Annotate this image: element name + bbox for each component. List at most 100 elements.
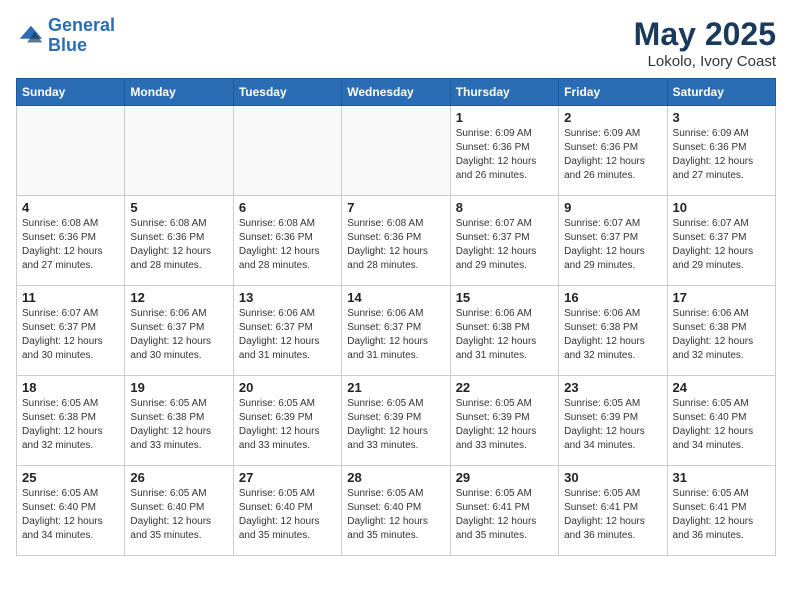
calendar-cell: 20 Sunrise: 6:05 AM Sunset: 6:39 PM Dayli… xyxy=(233,376,341,466)
calendar-cell: 4Sunrise: 6:08 AM Sunset: 6:36 PM Daylig… xyxy=(17,196,125,286)
calendar-cell: 10Sunrise: 6:07 AM Sunset: 6:37 PM Dayli… xyxy=(667,196,775,286)
day-number: 22 xyxy=(456,380,553,395)
calendar-cell: 26 Sunrise: 6:05 AM Sunset: 6:40 PM Dayli… xyxy=(125,466,233,556)
day-number: 16 xyxy=(564,290,661,305)
title-block: May 2025 Lokolo, Ivory Coast xyxy=(634,16,776,70)
calendar-table: SundayMondayTuesdayWednesdayThursdayFrid… xyxy=(16,78,776,556)
calendar-cell: 16Sunrise: 6:06 AM Sunset: 6:38 PM Dayli… xyxy=(559,286,667,376)
day-info: Sunrise: 6:05 AM Sunset: 6:39 PM Dayligh… xyxy=(456,397,553,453)
calendar-cell: 27 Sunrise: 6:05 AM Sunset: 6:40 PM Dayli… xyxy=(233,466,341,556)
day-number: 12 xyxy=(130,290,227,305)
day-info: Sunrise: 6:09 AM Sunset: 6:36 PM Dayligh… xyxy=(456,127,553,183)
calendar-cell: 21 Sunrise: 6:05 AM Sunset: 6:39 PM Dayli… xyxy=(342,376,450,466)
day-info: Sunrise: 6:05 AM Sunset: 6:38 PM Dayligh… xyxy=(22,397,119,453)
calendar-cell: 29 Sunrise: 6:05 AM Sunset: 6:41 PM Dayli… xyxy=(450,466,558,556)
calendar-cell: 5Sunrise: 6:08 AM Sunset: 6:36 PM Daylig… xyxy=(125,196,233,286)
calendar-cell: 14Sunrise: 6:06 AM Sunset: 6:37 PM Dayli… xyxy=(342,286,450,376)
day-number: 9 xyxy=(564,200,661,215)
day-number: 17 xyxy=(673,290,770,305)
calendar-cell: 22 Sunrise: 6:05 AM Sunset: 6:39 PM Dayli… xyxy=(450,376,558,466)
day-info: Sunrise: 6:05 AM Sunset: 6:39 PM Dayligh… xyxy=(347,397,444,453)
day-number: 1 xyxy=(456,110,553,125)
day-info: Sunrise: 6:05 AM Sunset: 6:40 PM Dayligh… xyxy=(130,487,227,543)
calendar-cell: 28Sunrise: 6:05 AM Sunset: 6:40 PM Dayli… xyxy=(342,466,450,556)
weekday-header-wednesday: Wednesday xyxy=(342,79,450,106)
day-info: Sunrise: 6:06 AM Sunset: 6:37 PM Dayligh… xyxy=(130,307,227,363)
day-number: 26 xyxy=(130,470,227,485)
calendar-cell: 31 Sunrise: 6:05 AM Sunset: 6:41 PM Dayli… xyxy=(667,466,775,556)
day-number: 13 xyxy=(239,290,336,305)
day-info: Sunrise: 6:05 AM Sunset: 6:40 PM Dayligh… xyxy=(239,487,336,543)
location: Lokolo, Ivory Coast xyxy=(634,53,776,70)
weekday-header-tuesday: Tuesday xyxy=(233,79,341,106)
day-info: Sunrise: 6:05 AM Sunset: 6:40 PM Dayligh… xyxy=(673,397,770,453)
day-info: Sunrise: 6:05 AM Sunset: 6:41 PM Dayligh… xyxy=(456,487,553,543)
day-info: Sunrise: 6:08 AM Sunset: 6:36 PM Dayligh… xyxy=(22,217,119,273)
day-info: Sunrise: 6:07 AM Sunset: 6:37 PM Dayligh… xyxy=(564,217,661,273)
day-number: 6 xyxy=(239,200,336,215)
day-info: Sunrise: 6:05 AM Sunset: 6:41 PM Dayligh… xyxy=(564,487,661,543)
calendar-cell: 12 Sunrise: 6:06 AM Sunset: 6:37 PM Dayli… xyxy=(125,286,233,376)
calendar-cell: 8 Sunrise: 6:07 AM Sunset: 6:37 PM Daylig… xyxy=(450,196,558,286)
calendar-cell: 1 Sunrise: 6:09 AM Sunset: 6:36 PM Daylig… xyxy=(450,106,558,196)
day-info: Sunrise: 6:06 AM Sunset: 6:38 PM Dayligh… xyxy=(456,307,553,363)
weekday-header-saturday: Saturday xyxy=(667,79,775,106)
weekday-header-monday: Monday xyxy=(125,79,233,106)
day-number: 25 xyxy=(22,470,119,485)
day-info: Sunrise: 6:07 AM Sunset: 6:37 PM Dayligh… xyxy=(673,217,770,273)
day-info: Sunrise: 6:08 AM Sunset: 6:36 PM Dayligh… xyxy=(239,217,336,273)
calendar-week-3: 11Sunrise: 6:07 AM Sunset: 6:37 PM Dayli… xyxy=(17,286,776,376)
calendar-week-4: 18 Sunrise: 6:05 AM Sunset: 6:38 PM Dayli… xyxy=(17,376,776,466)
logo-icon xyxy=(16,22,44,50)
day-number: 18 xyxy=(22,380,119,395)
day-info: Sunrise: 6:07 AM Sunset: 6:37 PM Dayligh… xyxy=(22,307,119,363)
day-info: Sunrise: 6:06 AM Sunset: 6:37 PM Dayligh… xyxy=(347,307,444,363)
day-number: 30 xyxy=(564,470,661,485)
calendar-cell: 25 Sunrise: 6:05 AM Sunset: 6:40 PM Dayli… xyxy=(17,466,125,556)
day-number: 3 xyxy=(673,110,770,125)
calendar-cell: 30 Sunrise: 6:05 AM Sunset: 6:41 PM Dayli… xyxy=(559,466,667,556)
calendar-cell xyxy=(125,106,233,196)
calendar-cell xyxy=(17,106,125,196)
weekday-header-friday: Friday xyxy=(559,79,667,106)
calendar-cell: 7 Sunrise: 6:08 AM Sunset: 6:36 PM Daylig… xyxy=(342,196,450,286)
day-number: 23 xyxy=(564,380,661,395)
calendar-cell xyxy=(233,106,341,196)
calendar-cell: 6 Sunrise: 6:08 AM Sunset: 6:36 PM Daylig… xyxy=(233,196,341,286)
day-number: 24 xyxy=(673,380,770,395)
logo-text: General Blue xyxy=(48,16,115,56)
weekday-header-sunday: Sunday xyxy=(17,79,125,106)
day-info: Sunrise: 6:05 AM Sunset: 6:41 PM Dayligh… xyxy=(673,487,770,543)
day-number: 29 xyxy=(456,470,553,485)
day-number: 8 xyxy=(456,200,553,215)
logo-line2: Blue xyxy=(48,35,87,55)
weekday-header-thursday: Thursday xyxy=(450,79,558,106)
calendar-cell: 11Sunrise: 6:07 AM Sunset: 6:37 PM Dayli… xyxy=(17,286,125,376)
day-number: 7 xyxy=(347,200,444,215)
day-info: Sunrise: 6:05 AM Sunset: 6:39 PM Dayligh… xyxy=(239,397,336,453)
day-number: 20 xyxy=(239,380,336,395)
calendar-cell xyxy=(342,106,450,196)
day-info: Sunrise: 6:08 AM Sunset: 6:36 PM Dayligh… xyxy=(347,217,444,273)
logo: General Blue xyxy=(16,16,115,56)
day-info: Sunrise: 6:05 AM Sunset: 6:40 PM Dayligh… xyxy=(347,487,444,543)
calendar-cell: 9 Sunrise: 6:07 AM Sunset: 6:37 PM Daylig… xyxy=(559,196,667,286)
day-number: 27 xyxy=(239,470,336,485)
day-info: Sunrise: 6:05 AM Sunset: 6:40 PM Dayligh… xyxy=(22,487,119,543)
calendar-header-row: SundayMondayTuesdayWednesdayThursdayFrid… xyxy=(17,79,776,106)
day-info: Sunrise: 6:07 AM Sunset: 6:37 PM Dayligh… xyxy=(456,217,553,273)
calendar-body: 1 Sunrise: 6:09 AM Sunset: 6:36 PM Daylig… xyxy=(17,106,776,556)
calendar-week-5: 25 Sunrise: 6:05 AM Sunset: 6:40 PM Dayli… xyxy=(17,466,776,556)
calendar-cell: 19Sunrise: 6:05 AM Sunset: 6:38 PM Dayli… xyxy=(125,376,233,466)
calendar-cell: 13Sunrise: 6:06 AM Sunset: 6:37 PM Dayli… xyxy=(233,286,341,376)
calendar-cell: 24 Sunrise: 6:05 AM Sunset: 6:40 PM Dayli… xyxy=(667,376,775,466)
day-info: Sunrise: 6:08 AM Sunset: 6:36 PM Dayligh… xyxy=(130,217,227,273)
calendar-cell: 18 Sunrise: 6:05 AM Sunset: 6:38 PM Dayli… xyxy=(17,376,125,466)
calendar-cell: 2Sunrise: 6:09 AM Sunset: 6:36 PM Daylig… xyxy=(559,106,667,196)
day-number: 21 xyxy=(347,380,444,395)
day-info: Sunrise: 6:06 AM Sunset: 6:38 PM Dayligh… xyxy=(673,307,770,363)
day-number: 2 xyxy=(564,110,661,125)
day-number: 15 xyxy=(456,290,553,305)
day-number: 31 xyxy=(673,470,770,485)
calendar-cell: 15 Sunrise: 6:06 AM Sunset: 6:38 PM Dayli… xyxy=(450,286,558,376)
